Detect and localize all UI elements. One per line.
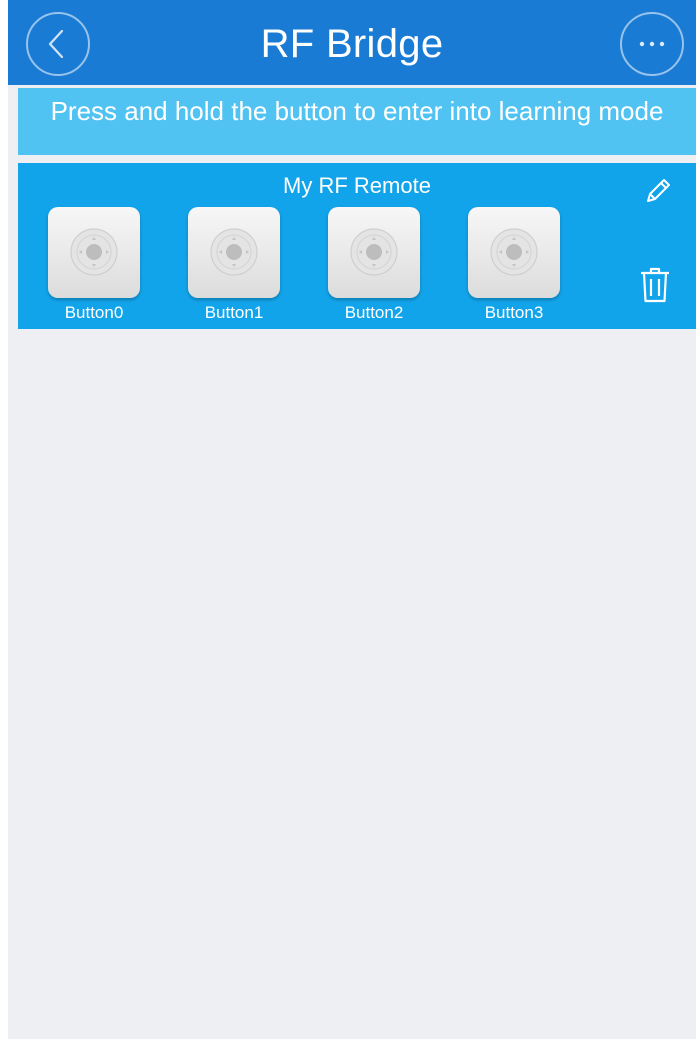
rf-button-3[interactable]: Button3 (468, 207, 560, 327)
rf-button-label: Button0 (64, 303, 124, 322)
delete-remote-button[interactable] (638, 265, 672, 305)
rf-button-2[interactable]: Button2 (328, 207, 420, 327)
remote-key (188, 207, 280, 298)
pencil-icon (647, 179, 670, 202)
rf-button-label: Button3 (484, 303, 544, 322)
more-dots-icon (639, 41, 665, 47)
dpad-icon (490, 228, 538, 276)
more-options-button[interactable] (620, 12, 684, 76)
trash-icon (641, 267, 669, 303)
dpad-icon (70, 228, 118, 276)
edit-remote-button[interactable] (640, 175, 674, 209)
remote-name: My RF Remote (283, 173, 431, 198)
remote-card: My RF Remote Button0 Button1 Button2 But… (18, 163, 696, 329)
remote-key (468, 207, 560, 298)
learning-mode-hint: Press and hold the button to enter into … (18, 88, 696, 155)
remote-key (328, 207, 420, 298)
rf-button-label: Button1 (204, 303, 264, 322)
dpad-icon (350, 228, 398, 276)
remote-key (48, 207, 140, 298)
app-screen: RF Bridge Press and hold the button to e… (8, 0, 696, 1039)
page-title: RF Bridge (260, 22, 444, 66)
rf-button-0[interactable]: Button0 (48, 207, 140, 327)
rf-button-label: Button2 (344, 303, 404, 322)
dpad-icon (210, 228, 258, 276)
top-bar: RF Bridge (8, 0, 696, 85)
rf-button-1[interactable]: Button1 (188, 207, 280, 327)
